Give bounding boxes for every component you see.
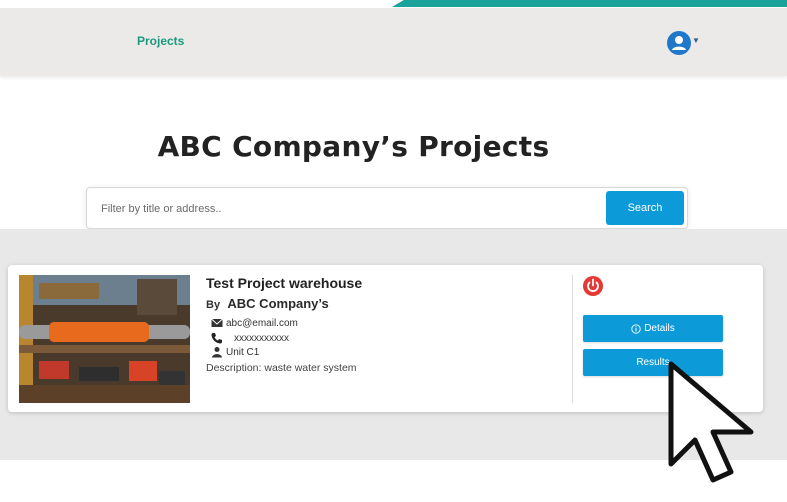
top-navbar: Projects ▼ [0,8,787,76]
search-input[interactable] [99,196,603,222]
mouse-pointer-icon [665,360,760,485]
company-name: ABC Company’s [227,296,329,311]
phone-row: xxxxxxxxxxx [211,332,289,344]
project-card: Test Project warehouse By ABC Company’s … [8,265,763,412]
details-label: Details [644,323,675,334]
project-title[interactable]: Test Project warehouse [206,275,362,291]
email-row: abc@email.com [211,317,298,329]
email-icon [211,317,223,329]
header-accent-strip [392,0,787,7]
person-icon [211,346,223,358]
project-description: Description: waste water system [206,362,357,374]
unit-label: Unit C1 [226,346,260,358]
page-title: ABC Company’s Projects [157,130,550,163]
by-label: By [206,299,221,311]
project-thumbnail[interactable] [19,275,190,403]
contact-email: abc@email.com [226,317,298,329]
card-divider [572,275,573,403]
user-avatar-icon [667,31,691,55]
power-icon[interactable] [582,275,604,297]
project-owner: By ABC Company’s [206,296,329,311]
caret-down-icon: ▼ [692,35,700,45]
contact-phone: xxxxxxxxxxx [234,332,289,344]
phone-icon [211,332,223,344]
unit-row: Unit C1 [211,346,259,358]
info-icon [631,323,641,334]
search-button[interactable]: Search [606,191,684,225]
search-bar: Search [86,187,688,229]
details-button[interactable]: Details [583,315,723,342]
nav-link-projects[interactable]: Projects [137,34,184,48]
user-menu-button[interactable]: ▼ [667,30,707,56]
